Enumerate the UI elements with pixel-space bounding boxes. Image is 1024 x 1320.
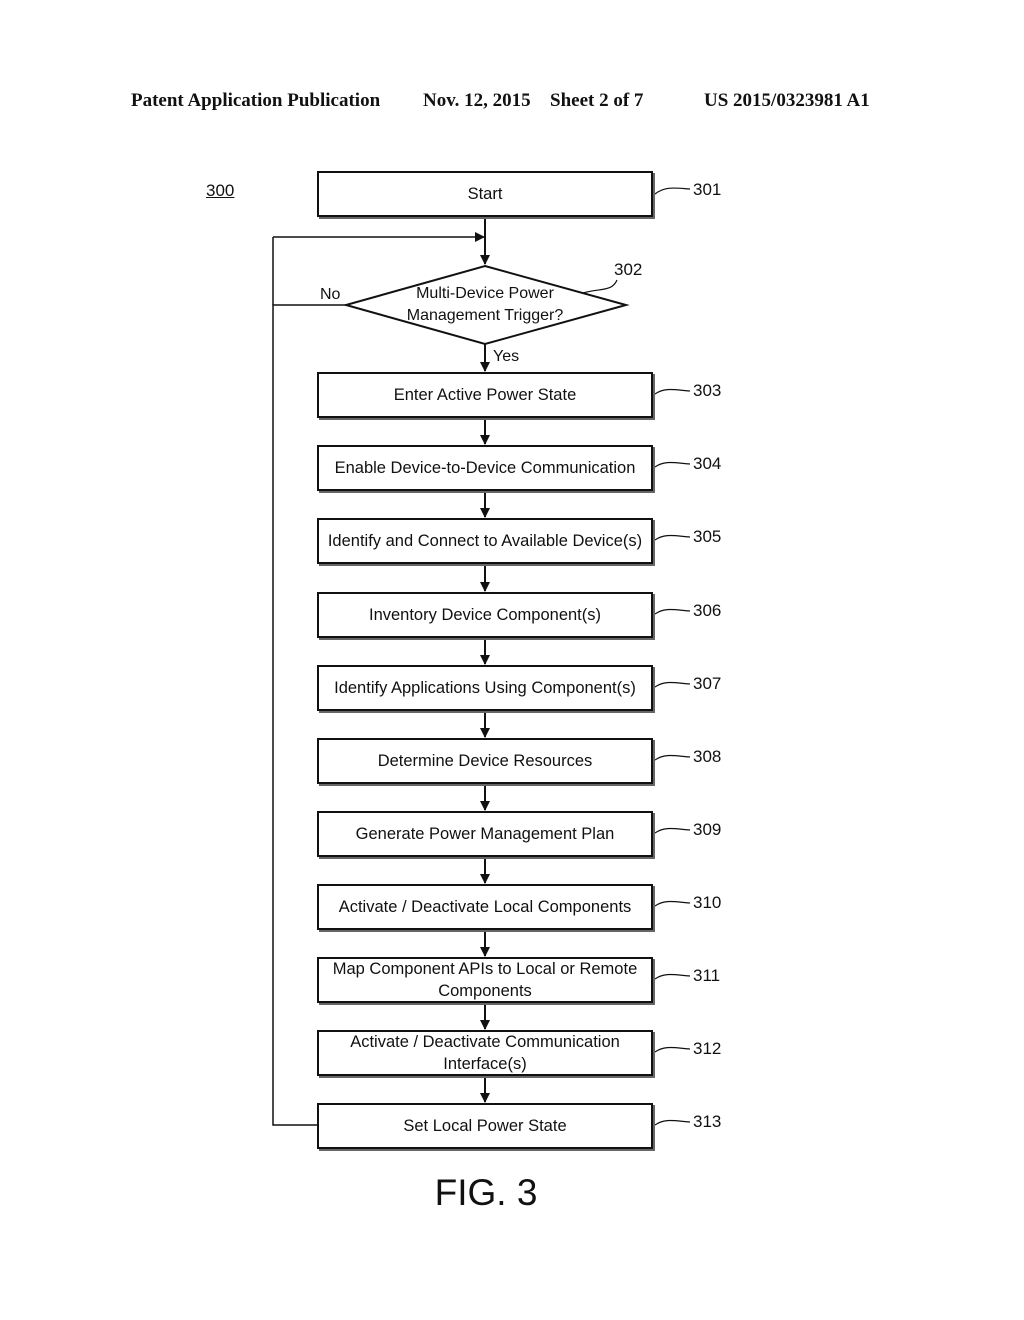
step-label: Activate / Deactivate Local Components (338, 898, 632, 916)
leader-308 (654, 754, 691, 761)
yes-label: Yes (493, 348, 520, 365)
figure-caption: FIG. 3 (434, 1172, 538, 1213)
ref-313: 313 (693, 1112, 722, 1131)
leader-304 (654, 461, 691, 468)
step-label: Map Component APIs to Local or Remote Co… (332, 960, 638, 1000)
leader-312 (654, 1046, 691, 1053)
step-label: Generate Power Management Plan (355, 825, 615, 843)
decision-label-line2: Management Trigger? (406, 307, 564, 324)
ref-307: 307 (693, 674, 722, 693)
step-label: Identify Applications Using Component(s) (334, 679, 636, 697)
leader-302 (582, 279, 618, 294)
ref-310: 310 (693, 893, 722, 912)
step-box-313: Set Local Power State (317, 1103, 653, 1149)
no-label: No (320, 286, 341, 303)
step-box-308: Determine Device Resources (317, 738, 653, 784)
start-label: Start (467, 185, 503, 203)
step-box-307: Identify Applications Using Component(s) (317, 665, 653, 711)
ref-302: 302 (614, 260, 643, 279)
step-box-311: Map Component APIs to Local or Remote Co… (317, 957, 653, 1003)
step-label: Inventory Device Component(s) (368, 606, 601, 624)
leader-311 (654, 973, 691, 980)
leader-303 (654, 388, 691, 395)
step-label: Enter Active Power State (393, 386, 577, 404)
step-box-310: Activate / Deactivate Local Components (317, 884, 653, 930)
ref-312: 312 (693, 1039, 722, 1058)
decision-label: Multi-Device Power Management Trigger? (395, 283, 575, 327)
start-box: Start (317, 171, 653, 217)
ref-304: 304 (693, 454, 722, 473)
ref-308: 308 (693, 747, 722, 766)
ref-301: 301 (693, 180, 722, 199)
decision-label-line1: Multi-Device Power (416, 285, 554, 302)
leader-301 (654, 187, 691, 195)
ref-305: 305 (693, 527, 722, 546)
step-box-312: Activate / Deactivate Communication Inte… (317, 1030, 653, 1076)
step-box-303: Enter Active Power State (317, 372, 653, 418)
leader-307 (654, 681, 691, 688)
step-label: Set Local Power State (403, 1117, 567, 1135)
ref-311: 311 (693, 966, 721, 985)
step-label: Enable Device-to-Device Communication (334, 459, 636, 477)
step-label: Activate / Deactivate Communication Inte… (350, 1033, 620, 1073)
step-label: Identify and Connect to Available Device… (327, 532, 643, 550)
step-box-309: Generate Power Management Plan (317, 811, 653, 857)
step-box-305: Identify and Connect to Available Device… (317, 518, 653, 564)
leader-310 (654, 900, 691, 907)
leader-309 (654, 827, 691, 834)
leader-305 (654, 534, 691, 541)
step-label: Determine Device Resources (377, 752, 593, 770)
leader-306 (654, 608, 691, 615)
ref-309: 309 (693, 820, 722, 839)
step-box-306: Inventory Device Component(s) (317, 592, 653, 638)
ref-303: 303 (693, 381, 722, 400)
ref-306: 306 (693, 601, 722, 620)
step-box-304: Enable Device-to-Device Communication (317, 445, 653, 491)
leader-313 (654, 1119, 691, 1126)
